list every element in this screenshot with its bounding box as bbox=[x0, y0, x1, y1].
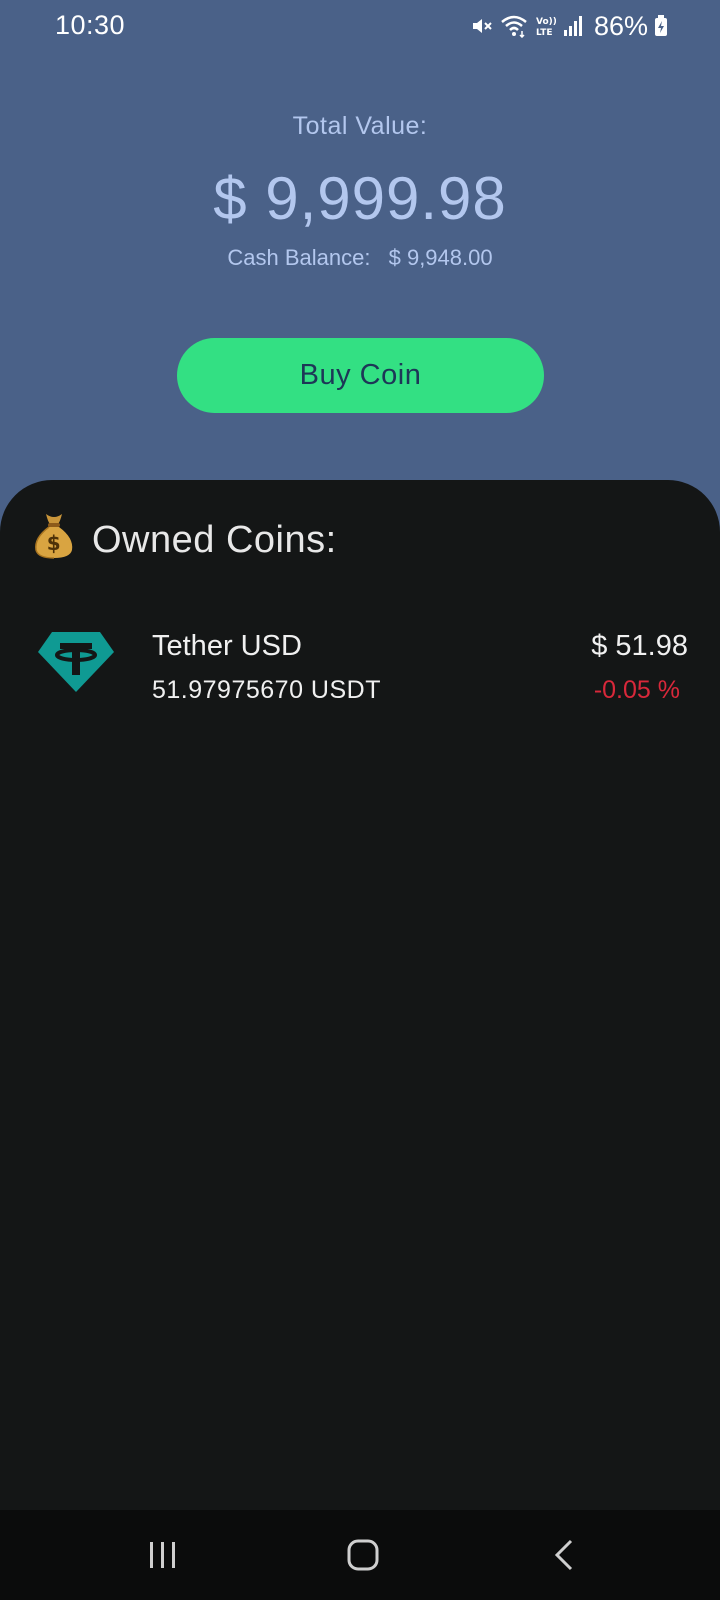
coin-value: $ 51.98 bbox=[591, 630, 688, 662]
svg-text:$: $ bbox=[47, 531, 61, 555]
portfolio-header: Total Value: $ 9,999.98 Cash Balance: $ … bbox=[0, 0, 720, 480]
cash-balance-value: $ 9,948.00 bbox=[388, 245, 493, 270]
coin-name: Tether USD bbox=[152, 630, 302, 662]
cash-balance-label: Cash Balance: bbox=[227, 245, 371, 270]
money-bag-icon: $ bbox=[32, 510, 92, 570]
recent-apps-icon[interactable] bbox=[133, 1530, 193, 1580]
total-value-amount: $ 9,999.98 bbox=[213, 165, 507, 232]
coin-row-tether[interactable]: Tether USD 51.97975670 USDT $ 51.98 -0.0… bbox=[0, 630, 720, 720]
home-icon[interactable] bbox=[333, 1530, 393, 1580]
tether-logo-icon bbox=[38, 630, 114, 694]
owned-coins-title: Owned Coins: bbox=[92, 518, 337, 561]
coin-change: -0.05 % bbox=[593, 676, 680, 704]
total-value-label: Total Value: bbox=[292, 112, 428, 140]
owned-coins-heading: $ Owned Coins: bbox=[32, 510, 337, 570]
owned-coins-panel: $ Owned Coins: Tether USD 51.97975670 US… bbox=[0, 480, 720, 1510]
cash-balance: Cash Balance: $ 9,948.00 bbox=[0, 245, 720, 271]
coin-amount: 51.97975670 USDT bbox=[152, 676, 381, 704]
back-icon[interactable] bbox=[534, 1530, 594, 1580]
system-nav-bar bbox=[0, 1510, 720, 1600]
buy-coin-button[interactable]: Buy Coin bbox=[177, 338, 544, 413]
